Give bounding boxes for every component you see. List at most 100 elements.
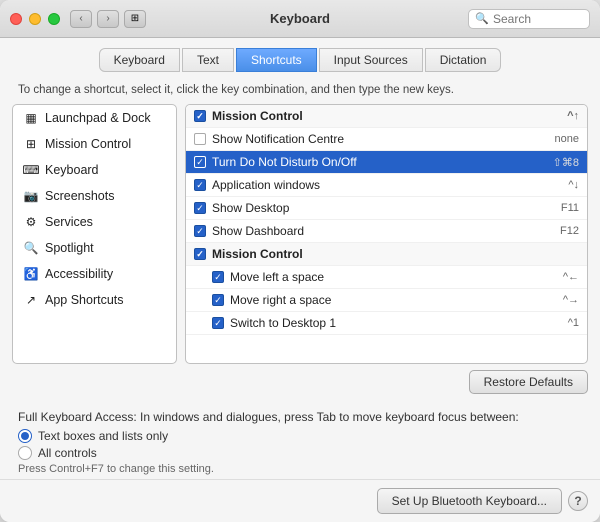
row-shortcut-move-left: ^← <box>563 271 579 283</box>
shortcut-row-do-not-disturb[interactable]: ✓ Turn Do Not Disturb On/Off ⇧⌘8 <box>186 151 587 174</box>
row-shortcut-show-dashboard: F12 <box>560 225 579 237</box>
radio-all-controls[interactable] <box>18 446 32 460</box>
row-label-show-dashboard: Show Dashboard <box>212 224 554 238</box>
shortcut-row-show-dashboard[interactable]: ✓ Show Dashboard F12 <box>186 220 587 243</box>
tab-keyboard[interactable]: Keyboard <box>99 48 180 72</box>
sidebar-label-keyboard: Keyboard <box>45 163 99 177</box>
press-hint: Press Control+F7 to change this setting. <box>18 463 582 475</box>
sidebar-label-mission-control: Mission Control <box>45 137 131 151</box>
search-icon: 🔍 <box>475 12 489 25</box>
help-button[interactable]: ? <box>568 491 588 511</box>
sidebar-label-app-shortcuts: App Shortcuts <box>45 293 124 307</box>
close-button[interactable] <box>10 13 22 25</box>
screenshots-icon: 📷 <box>23 188 39 204</box>
shortcut-row-notification[interactable]: Show Notification Centre none <box>186 128 587 151</box>
sidebar-item-services[interactable]: ⚙ Services <box>13 209 176 235</box>
shortcut-row-move-right[interactable]: ✓ Move right a space ^→ <box>186 289 587 312</box>
sidebar-label-screenshots: Screenshots <box>45 189 114 203</box>
keyboard-icon: ⌨ <box>23 162 39 178</box>
row-shortcut-notification: none <box>555 133 579 145</box>
keyboard-window: ‹ › ⊞ Keyboard 🔍 Keyboard Text Shortcuts… <box>0 0 600 522</box>
sidebar-item-mission-control[interactable]: ⊞ Mission Control <box>13 131 176 157</box>
tab-input-sources[interactable]: Input Sources <box>319 48 423 72</box>
forward-button[interactable]: › <box>97 10 119 28</box>
row-label-switch-desktop: Switch to Desktop 1 <box>230 316 562 330</box>
app-shortcuts-icon: ↗ <box>23 292 39 308</box>
fk-option-text-boxes[interactable]: Text boxes and lists only <box>18 429 582 443</box>
sidebar-label-services: Services <box>45 215 93 229</box>
fk-option-all-controls[interactable]: All controls <box>18 446 582 460</box>
sidebar-item-app-shortcuts[interactable]: ↗ App Shortcuts <box>13 287 176 313</box>
checkbox-notification[interactable] <box>194 133 206 145</box>
spotlight-icon: 🔍 <box>23 240 39 256</box>
search-input[interactable] <box>493 12 583 26</box>
row-label-do-not-disturb: Turn Do Not Disturb On/Off <box>212 155 547 169</box>
checkbox-app-windows[interactable]: ✓ <box>194 179 206 191</box>
row-shortcut-move-right: ^→ <box>563 294 579 306</box>
sidebar-item-launchpad[interactable]: ▦ Launchpad & Dock <box>13 105 176 131</box>
row-label-show-desktop: Show Desktop <box>212 201 555 215</box>
sidebar-label-accessibility: Accessibility <box>45 267 113 281</box>
shortcut-row-app-windows[interactable]: ✓ Application windows ^↓ <box>186 174 587 197</box>
row-label-mission-control-sub: Mission Control <box>212 247 573 261</box>
checkbox-show-dashboard[interactable]: ✓ <box>194 225 206 237</box>
shortcuts-list: ✓ Mission Control ^↑ Show Notification C… <box>185 104 588 364</box>
checkbox-mission-control-sub[interactable]: ✓ <box>194 248 206 260</box>
nav-buttons: ‹ › <box>70 10 119 28</box>
radio-text-boxes[interactable] <box>18 429 32 443</box>
minimize-button[interactable] <box>29 13 41 25</box>
shortcut-row-show-desktop[interactable]: ✓ Show Desktop F11 <box>186 197 587 220</box>
sidebar-label-spotlight: Spotlight <box>45 241 94 255</box>
fk-title: Full Keyboard Access: In windows and dia… <box>18 410 582 424</box>
tab-shortcuts[interactable]: Shortcuts <box>236 48 317 72</box>
tab-dictation[interactable]: Dictation <box>425 48 502 72</box>
sidebar-item-spotlight[interactable]: 🔍 Spotlight <box>13 235 176 261</box>
sidebar-label-launchpad: Launchpad & Dock <box>45 111 151 125</box>
row-label-move-right: Move right a space <box>230 293 557 307</box>
tab-text[interactable]: Text <box>182 48 234 72</box>
titlebar: ‹ › ⊞ Keyboard 🔍 <box>0 0 600 38</box>
accessibility-icon: ♿ <box>23 266 39 282</box>
fk-label-all-controls: All controls <box>38 446 97 460</box>
row-label-move-left: Move left a space <box>230 270 557 284</box>
fk-label-text-boxes: Text boxes and lists only <box>38 429 168 443</box>
row-shortcut-app-windows: ^↓ <box>568 179 579 191</box>
main-content: ▦ Launchpad & Dock ⊞ Mission Control ⌨ K… <box>0 104 600 364</box>
sidebar-item-accessibility[interactable]: ♿ Accessibility <box>13 261 176 287</box>
shortcut-row-switch-desktop[interactable]: ✓ Switch to Desktop 1 ^1 <box>186 312 587 335</box>
row-shortcut-mission-control: ^↑ <box>567 110 579 122</box>
window-title: Keyboard <box>270 11 330 26</box>
checkbox-mission-control[interactable]: ✓ <box>194 110 206 122</box>
row-shortcut-do-not-disturb: ⇧⌘8 <box>553 156 579 169</box>
checkbox-show-desktop[interactable]: ✓ <box>194 202 206 214</box>
launchpad-icon: ▦ <box>23 110 39 126</box>
row-label-app-windows: Application windows <box>212 178 562 192</box>
shortcut-row-mission-control-header[interactable]: ✓ Mission Control ^↑ <box>186 105 587 128</box>
mission-control-icon: ⊞ <box>23 136 39 152</box>
maximize-button[interactable] <box>48 13 60 25</box>
traffic-lights <box>10 13 60 25</box>
back-button[interactable]: ‹ <box>70 10 92 28</box>
shortcut-row-move-left[interactable]: ✓ Move left a space ^← <box>186 266 587 289</box>
setup-bluetooth-button[interactable]: Set Up Bluetooth Keyboard... <box>377 488 562 514</box>
grid-button[interactable]: ⊞ <box>124 10 146 28</box>
tabs-bar: Keyboard Text Shortcuts Input Sources Di… <box>0 38 600 78</box>
checkbox-do-not-disturb[interactable]: ✓ <box>194 156 206 168</box>
row-shortcut-show-desktop: F11 <box>561 202 579 214</box>
checkbox-move-right[interactable]: ✓ <box>212 294 224 306</box>
shortcut-row-mission-control-sub[interactable]: ✓ Mission Control <box>186 243 587 266</box>
sidebar-item-screenshots[interactable]: 📷 Screenshots <box>13 183 176 209</box>
restore-defaults-button[interactable]: Restore Defaults <box>469 370 588 394</box>
sidebar: ▦ Launchpad & Dock ⊞ Mission Control ⌨ K… <box>12 104 177 364</box>
checkbox-move-left[interactable]: ✓ <box>212 271 224 283</box>
restore-defaults-row: Restore Defaults <box>0 364 600 394</box>
row-shortcut-switch-desktop: ^1 <box>568 317 579 329</box>
search-box[interactable]: 🔍 <box>468 9 590 29</box>
row-label-mission-control: Mission Control <box>212 109 561 123</box>
full-keyboard-section: Full Keyboard Access: In windows and dia… <box>0 402 600 479</box>
sidebar-item-keyboard[interactable]: ⌨ Keyboard <box>13 157 176 183</box>
checkbox-switch-desktop[interactable]: ✓ <box>212 317 224 329</box>
services-icon: ⚙ <box>23 214 39 230</box>
row-label-notification: Show Notification Centre <box>212 132 549 146</box>
hint-text: To change a shortcut, select it, click t… <box>0 78 600 104</box>
